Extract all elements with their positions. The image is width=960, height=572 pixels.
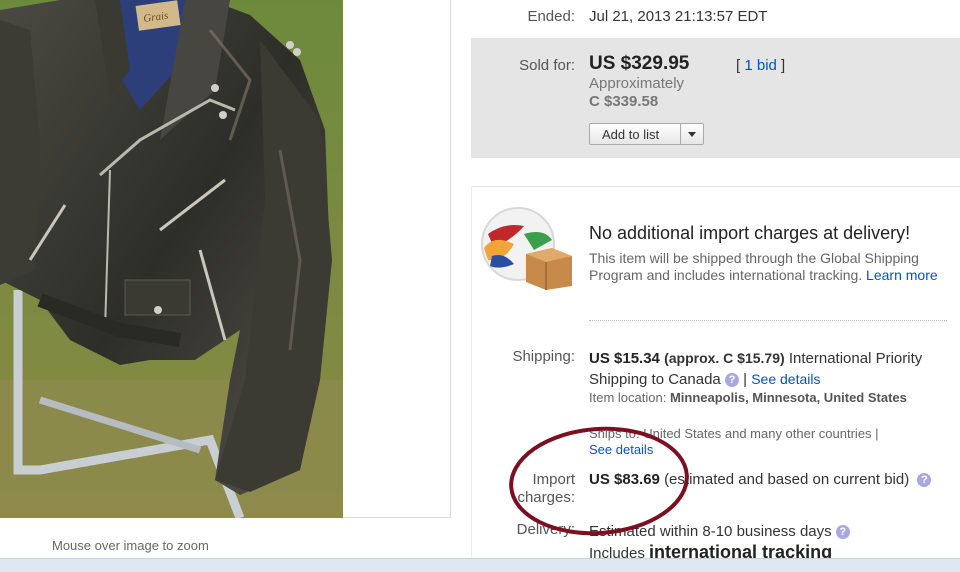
shipping-label: Shipping: — [512, 348, 575, 365]
bid-count: [ 1 bid ] — [736, 57, 785, 74]
sold-box — [471, 38, 960, 158]
ended-value: Jul 21, 2013 21:13:57 EDT — [589, 8, 768, 25]
ended-label: Ended: — [527, 8, 575, 25]
add-to-list-label: Add to list — [602, 127, 660, 142]
gsp-description: This item will be shipped through the Gl… — [589, 250, 939, 284]
chevron-down-icon — [688, 132, 696, 137]
bottom-bar — [0, 558, 960, 572]
divider — [589, 320, 947, 321]
shipping-separator: | — [743, 371, 748, 388]
item-location: Item location: Minneapolis, Minnesota, U… — [589, 390, 929, 406]
bid-open-bracket: [ — [736, 57, 741, 74]
shipping-help-icon[interactable]: ? — [724, 373, 739, 388]
bid-close-bracket: ] — [781, 57, 786, 74]
shipping-cost: US $15.34 — [589, 350, 660, 367]
shipping-service-line2: Shipping to Canada — [589, 371, 721, 388]
learn-more-link[interactable]: Learn more — [866, 267, 938, 283]
annotation-ellipse — [509, 426, 689, 536]
zoom-hint: Mouse over image to zoom — [52, 538, 209, 553]
item-location-value: Minneapolis, Minnesota, United States — [669, 390, 907, 405]
shipping-details: US $15.34 (approx. C $15.79) Internation… — [589, 348, 959, 390]
item-location-label: Item location: — [589, 390, 667, 405]
approx-price: C $339.58 — [589, 93, 659, 110]
delivery-help-icon[interactable]: ? — [835, 525, 850, 540]
image-panel-border — [343, 0, 451, 518]
leather-jacket-photo: Grais — [0, 0, 343, 518]
sold-price: US $329.95 — [589, 53, 690, 74]
shipping-see-details-link[interactable]: See details — [751, 371, 820, 387]
globe-box-icon — [481, 207, 572, 290]
bid-history-link[interactable]: 1 bid — [744, 57, 777, 74]
sold-label: Sold for: — [519, 57, 575, 74]
add-to-list-button[interactable]: Add to list — [589, 123, 704, 145]
product-image[interactable]: Grais — [0, 0, 343, 518]
shipping-approx: (approx. C $15.79) — [664, 350, 785, 366]
gsp-title: No additional import charges at delivery… — [589, 223, 911, 243]
shipping-service-line1: International Priority — [788, 350, 923, 367]
import-help-icon[interactable]: ? — [917, 473, 932, 488]
add-to-list-dropdown[interactable] — [680, 124, 703, 144]
approx-label: Approximately — [589, 75, 685, 92]
